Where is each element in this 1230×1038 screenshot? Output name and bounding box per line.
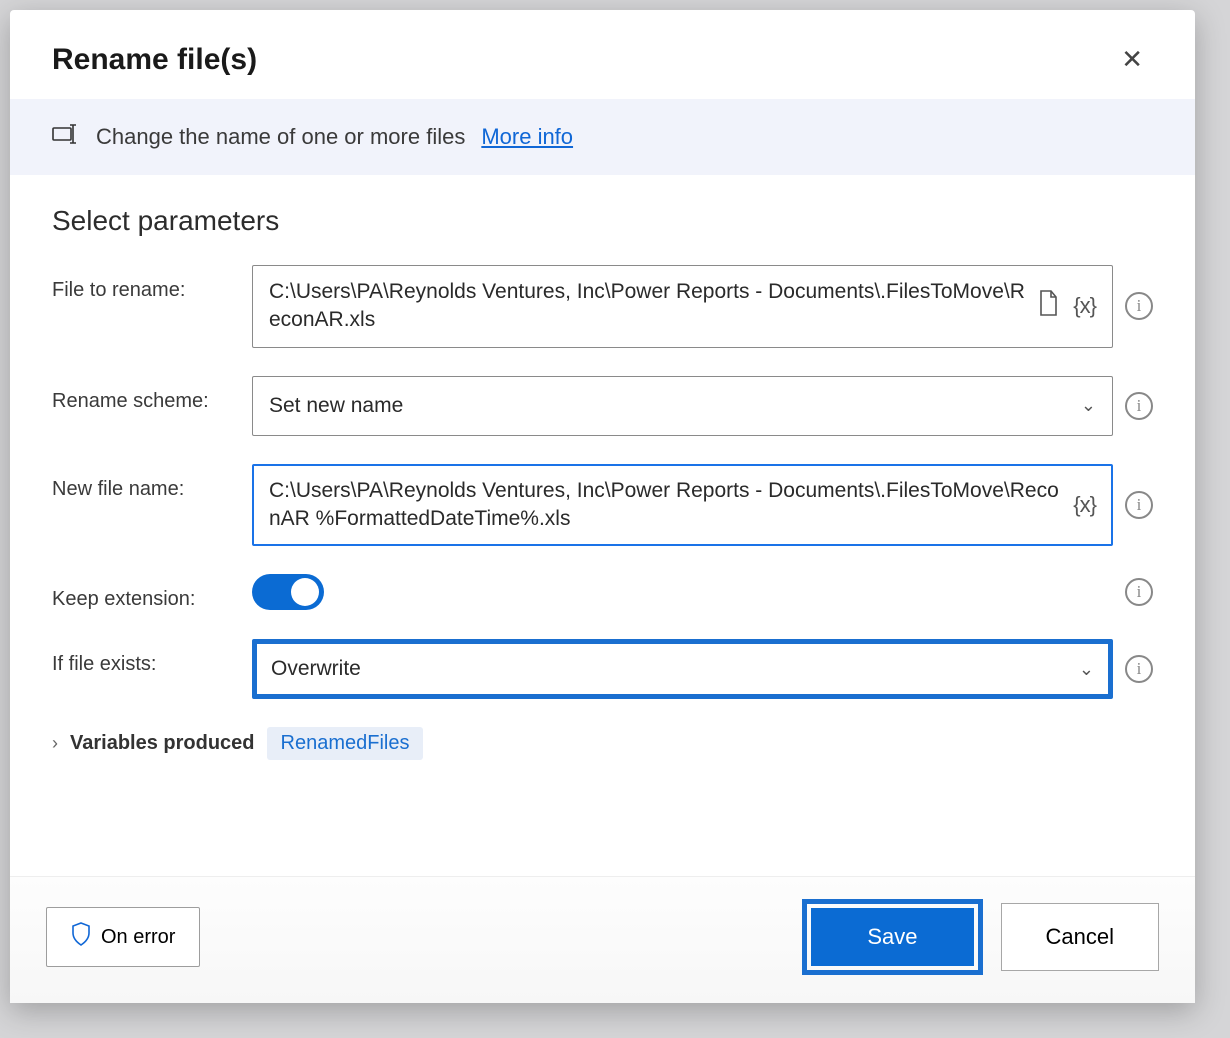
field-if-file-exists: If file exists: Overwrite ⌄ i [52, 639, 1153, 699]
info-icon[interactable]: i [1125, 655, 1153, 683]
field-keep-extension: Keep extension: i [52, 574, 1153, 611]
dialog-title: Rename file(s) [52, 43, 257, 77]
variable-picker-icon[interactable]: {x} [1073, 492, 1096, 518]
file-to-rename-label: File to rename: [52, 265, 252, 302]
keep-extension-toggle[interactable] [252, 574, 324, 610]
save-button-highlight: Save [802, 899, 982, 975]
variables-produced-label: Variables produced [70, 732, 255, 755]
file-to-rename-input[interactable]: C:\Users\PA\Reynolds Ventures, Inc\Power… [252, 265, 1113, 348]
new-file-name-label: New file name: [52, 464, 252, 501]
section-title: Select parameters [52, 205, 1153, 237]
rename-scheme-select[interactable]: Set new name ⌄ [252, 376, 1113, 436]
rename-icon [52, 123, 80, 151]
field-file-to-rename: File to rename: C:\Users\PA\Reynolds Ven… [52, 265, 1153, 348]
if-file-exists-label: If file exists: [52, 639, 252, 676]
dialog-description-bar: Change the name of one or more files Mor… [10, 99, 1195, 175]
rename-files-dialog: Rename file(s) ✕ Change the name of one … [10, 10, 1195, 1003]
field-rename-scheme: Rename scheme: Set new name ⌄ i [52, 376, 1153, 436]
new-file-name-input[interactable]: C:\Users\PA\Reynolds Ventures, Inc\Power… [252, 464, 1113, 547]
info-icon[interactable]: i [1125, 491, 1153, 519]
shield-icon [71, 922, 91, 952]
field-new-file-name: New file name: C:\Users\PA\Reynolds Vent… [52, 464, 1153, 547]
info-icon[interactable]: i [1125, 392, 1153, 420]
variable-picker-icon[interactable]: {x} [1073, 293, 1096, 319]
cancel-button[interactable]: Cancel [1001, 903, 1159, 971]
variable-chip-renamedfiles[interactable]: RenamedFiles [267, 727, 424, 760]
info-icon[interactable]: i [1125, 292, 1153, 320]
info-icon[interactable]: i [1125, 578, 1153, 606]
chevron-down-icon: ⌄ [1079, 659, 1094, 680]
variables-produced-row[interactable]: › Variables produced RenamedFiles [52, 727, 1153, 760]
dialog-content: Select parameters File to rename: C:\Use… [10, 175, 1195, 876]
dialog-header: Rename file(s) ✕ [10, 10, 1195, 99]
save-button[interactable]: Save [811, 908, 973, 966]
dialog-description: Change the name of one or more files [96, 124, 465, 150]
if-file-exists-select[interactable]: Overwrite ⌄ [252, 639, 1113, 699]
more-info-link[interactable]: More info [481, 124, 573, 150]
close-icon[interactable]: ✕ [1111, 38, 1153, 81]
chevron-right-icon: › [52, 733, 58, 754]
on-error-button[interactable]: On error [46, 907, 200, 967]
rename-scheme-label: Rename scheme: [52, 376, 252, 413]
dialog-footer: On error Save Cancel [10, 876, 1195, 1003]
keep-extension-label: Keep extension: [52, 574, 252, 611]
chevron-down-icon: ⌄ [1081, 395, 1096, 416]
file-picker-icon[interactable] [1037, 290, 1059, 322]
